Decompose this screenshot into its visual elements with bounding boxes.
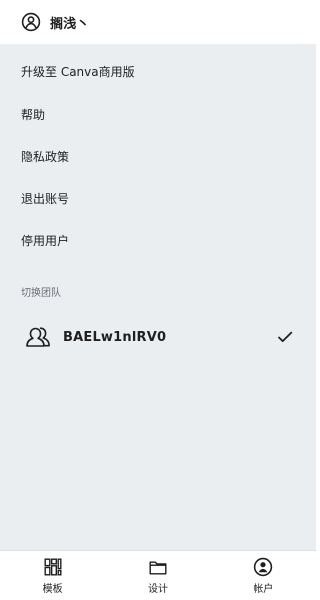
team-row[interactable]: BAELw1nlRV0 bbox=[0, 318, 316, 356]
menu-item-sign-out[interactable]: 退出账号 bbox=[21, 190, 69, 207]
switch-team-label: 切换团队 bbox=[21, 288, 61, 299]
username: 搁浅丶 bbox=[50, 16, 90, 32]
tab-templates-label: 模板 bbox=[42, 583, 63, 595]
tab-account-label: 帐户 bbox=[253, 583, 274, 595]
user-circle-icon[interactable] bbox=[21, 12, 41, 32]
team-name: BAELw1nlRV0 bbox=[63, 329, 167, 345]
tab-account[interactable]: 帐户 bbox=[211, 551, 316, 600]
bottom-navigation: 模板 设计 帐户 bbox=[0, 550, 316, 600]
menu-item-help[interactable]: 帮助 bbox=[21, 106, 45, 123]
templates-grid-icon bbox=[43, 557, 63, 577]
account-menu: 升级至 Canva商用版 帮助 隐私政策 退出账号 停用用户 切换团队 BAEL… bbox=[0, 44, 316, 550]
menu-item-deactivate-user[interactable]: 停用用户 bbox=[21, 232, 69, 249]
tab-designs-label: 设计 bbox=[147, 583, 168, 595]
top-bar: 搁浅丶 bbox=[0, 0, 316, 44]
user-circle-icon bbox=[253, 557, 273, 577]
menu-item-upgrade[interactable]: 升级至 Canva商用版 bbox=[21, 63, 135, 80]
check-icon bbox=[276, 328, 294, 346]
users-icon bbox=[23, 322, 53, 352]
menu-item-privacy-policy[interactable]: 隐私政策 bbox=[21, 148, 69, 165]
tab-designs[interactable]: 设计 bbox=[105, 551, 210, 600]
tab-templates[interactable]: 模板 bbox=[0, 551, 105, 600]
folder-icon bbox=[148, 557, 168, 577]
